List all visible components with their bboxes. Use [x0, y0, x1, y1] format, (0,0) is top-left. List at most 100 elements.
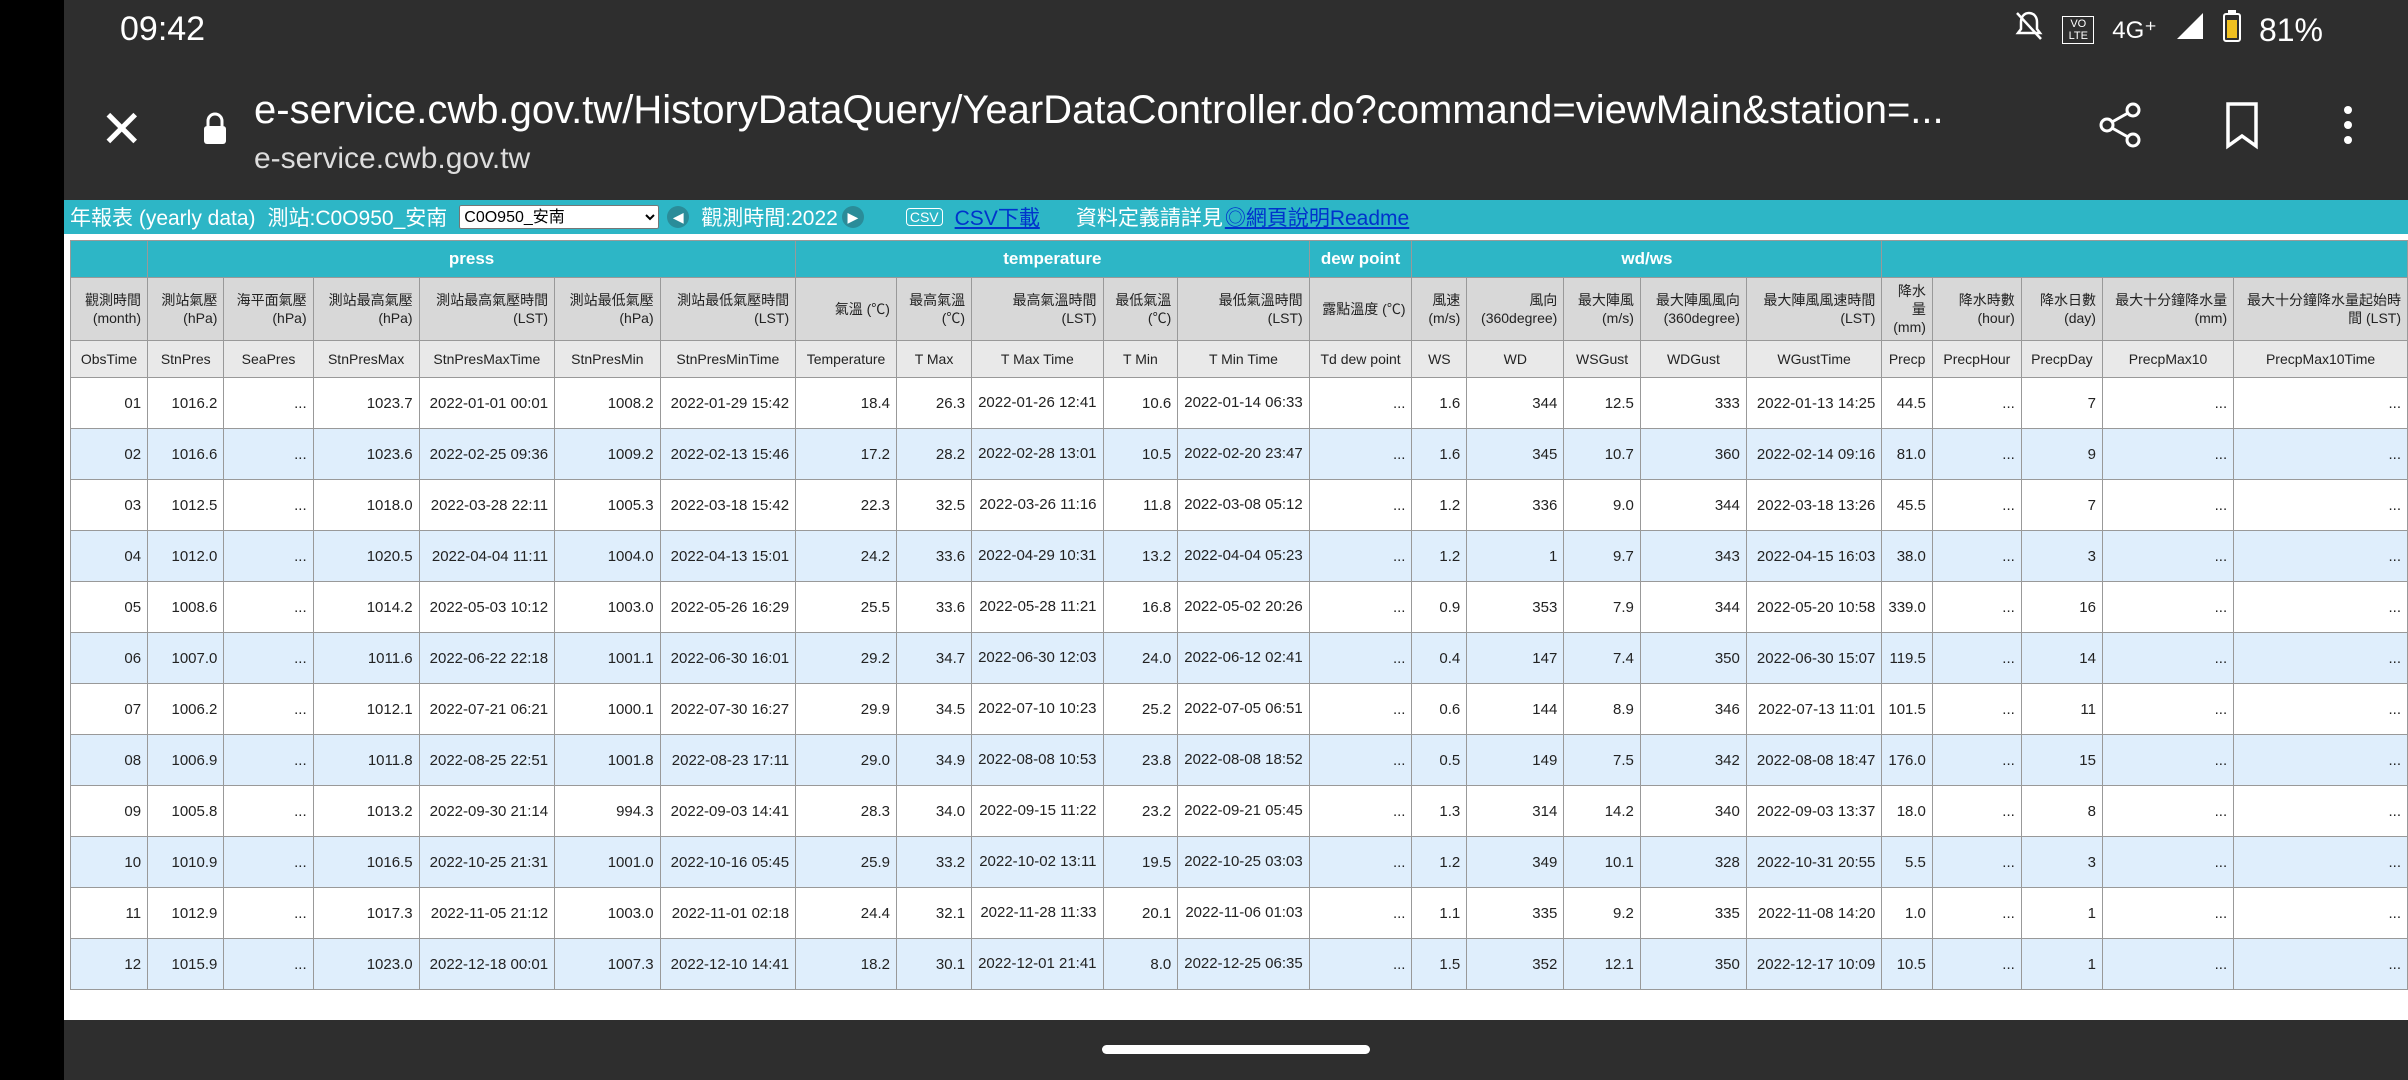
table-cell: 1.2 — [1411, 836, 1468, 888]
table-cell: 2022-03-26 11:16 — [971, 479, 1104, 531]
table-cell: 2022-10-25 03:03 — [1177, 836, 1310, 888]
table-cell: ... — [1308, 479, 1413, 531]
table-cell: 344 — [1639, 581, 1747, 633]
table-cell: 1011.8 — [312, 734, 420, 786]
table-cell: 1001.8 — [554, 734, 661, 786]
table-cell: 12 — [69, 938, 149, 990]
table-cell: 1008.6 — [147, 581, 225, 633]
table-cell: 34.7 — [895, 632, 973, 684]
table-cell: 10.5 — [1102, 428, 1179, 480]
table-cell: 2022-07-21 06:21 — [418, 683, 556, 735]
table-cell: ... — [223, 887, 314, 939]
table-cell: 44.5 — [1881, 377, 1933, 429]
table-cell: 9.2 — [1563, 887, 1641, 939]
table-cell: 147 — [1466, 632, 1565, 684]
table-cell: ... — [1308, 938, 1413, 990]
table-cell: 1007.3 — [554, 938, 661, 990]
table-row: 08 1006.9... 1011.8 2022-08-25 22:51 1001.8 2… — [69, 734, 2408, 786]
table-cell: 2022-09-15 11:22 — [971, 785, 1104, 837]
table-cell: 2022-02-20 23:47 — [1177, 428, 1310, 480]
prev-arrow-icon[interactable]: ◀ — [667, 206, 690, 228]
table-cell: 2022-01-14 06:33 — [1177, 377, 1310, 429]
column-header-en: T Min — [1102, 340, 1179, 378]
group-header-wind: wd/ws — [1411, 240, 1883, 278]
table-cell: 335 — [1466, 887, 1565, 939]
table-cell: ... — [1308, 887, 1413, 939]
report-toolbar: 年報表 (yearly data) 測站:C0O950_安南 C0O950_安南… — [64, 200, 2408, 234]
table-cell: 25.9 — [795, 836, 897, 888]
readme-link[interactable]: ◎網頁說明Readme — [1225, 202, 1409, 232]
table-cell: ... — [1931, 530, 2022, 582]
table-cell: 09 — [69, 785, 149, 837]
column-header-en: WDGust — [1639, 340, 1747, 378]
column-header-cn: 降水日數 (day) — [2020, 277, 2103, 341]
table-cell: 18.0 — [1881, 785, 1933, 837]
table-cell: 1000.1 — [554, 683, 661, 735]
column-header-en: StnPresMinTime — [659, 340, 797, 378]
column-header-en: WD — [1466, 340, 1565, 378]
table-cell: 1.2 — [1411, 479, 1468, 531]
table-cell: 2022-04-29 10:31 — [971, 530, 1104, 582]
table-cell: ... — [223, 377, 314, 429]
table-cell: 2022-12-01 21:41 — [971, 938, 1104, 990]
table-cell: 02 — [69, 428, 149, 480]
table-cell: 2022-08-23 17:11 — [659, 734, 797, 786]
table-cell: 335 — [1639, 887, 1747, 939]
table-cell: 33.2 — [895, 836, 973, 888]
table-cell: 2022-05-20 10:58 — [1745, 581, 1883, 633]
table-cell: ... — [223, 938, 314, 990]
table-row: 05 1008.6... 1014.2 2022-05-03 10:12 1003.0 2… — [69, 581, 2408, 633]
table-cell: ... — [1931, 377, 2022, 429]
table-cell: 2022-09-30 21:14 — [418, 785, 556, 837]
table-cell: 2022-07-10 10:23 — [971, 683, 1104, 735]
table-cell: 28.3 — [795, 785, 897, 837]
share-icon[interactable] — [2095, 100, 2145, 155]
column-header-cn: 降水量 (mm) — [1881, 277, 1933, 341]
table-cell: 350 — [1639, 938, 1747, 990]
table-cell: 2022-06-30 12:03 — [971, 632, 1104, 684]
csv-download-link[interactable]: CSV下載 — [955, 202, 1040, 232]
table-cell: ... — [2233, 530, 2408, 582]
table-cell: 7 — [2020, 479, 2103, 531]
table-cell: 2022-06-30 15:07 — [1745, 632, 1883, 684]
address-url[interactable]: e-service.cwb.gov.tw/HistoryDataQuery/Ye… — [254, 88, 2044, 133]
left-bezel — [0, 0, 64, 1080]
station-select[interactable]: C0O950_安南 — [459, 205, 660, 229]
table-cell: ... — [223, 734, 314, 786]
table-row: 01 1016.2... 1023.7 2022-01-01 00:01 1008.2 2… — [69, 377, 2408, 429]
mute-icon — [2014, 10, 2044, 50]
table-cell: 1023.0 — [312, 938, 420, 990]
csv-icon[interactable]: CSV — [905, 208, 943, 226]
table-cell: 18.4 — [795, 377, 897, 429]
table-cell: 2022-03-08 05:12 — [1177, 479, 1310, 531]
column-header-en: PrecpDay — [2020, 340, 2103, 378]
table-cell: 24.0 — [1102, 632, 1179, 684]
column-header-cn: 測站最高氣壓時間 (LST) — [418, 277, 556, 341]
bookmark-icon[interactable] — [2220, 100, 2264, 155]
close-tab-icon[interactable]: ✕ — [100, 104, 144, 156]
more-menu-icon[interactable] — [2330, 100, 2366, 155]
table-cell: ... — [2101, 887, 2235, 939]
table-row: 04 1012.0... 1020.5 2022-04-04 11:11 1004.0 2… — [69, 530, 2408, 582]
table-cell: ... — [2101, 428, 2235, 480]
lock-icon[interactable] — [200, 112, 230, 151]
battery-level: 81% — [2258, 11, 2323, 48]
table-row: 09 1005.8... 1013.2 2022-09-30 21:14 994.3 20… — [69, 785, 2408, 837]
table-cell: 2022-04-04 11:11 — [418, 530, 556, 582]
table-cell: 9 — [2020, 428, 2103, 480]
table-cell: 05 — [69, 581, 149, 633]
table-cell: 01 — [69, 377, 149, 429]
home-gesture-bar[interactable] — [1102, 1045, 1370, 1054]
table-cell: 339.0 — [1881, 581, 1933, 633]
table-cell: 1007.0 — [147, 632, 225, 684]
table-cell: 2022-10-31 20:55 — [1745, 836, 1883, 888]
next-arrow-icon[interactable]: ▶ — [841, 206, 864, 228]
table-cell: 2022-02-13 15:46 — [659, 428, 797, 480]
table-cell: 34.9 — [895, 734, 973, 786]
table-cell: 2022-01-13 14:25 — [1745, 377, 1883, 429]
table-cell: 101.5 — [1881, 683, 1933, 735]
table-cell: 20.1 — [1102, 887, 1179, 939]
column-header-cn: 露點溫度 (℃) — [1308, 277, 1413, 341]
table-cell: 3 — [2020, 530, 2103, 582]
table-cell: 176.0 — [1881, 734, 1933, 786]
